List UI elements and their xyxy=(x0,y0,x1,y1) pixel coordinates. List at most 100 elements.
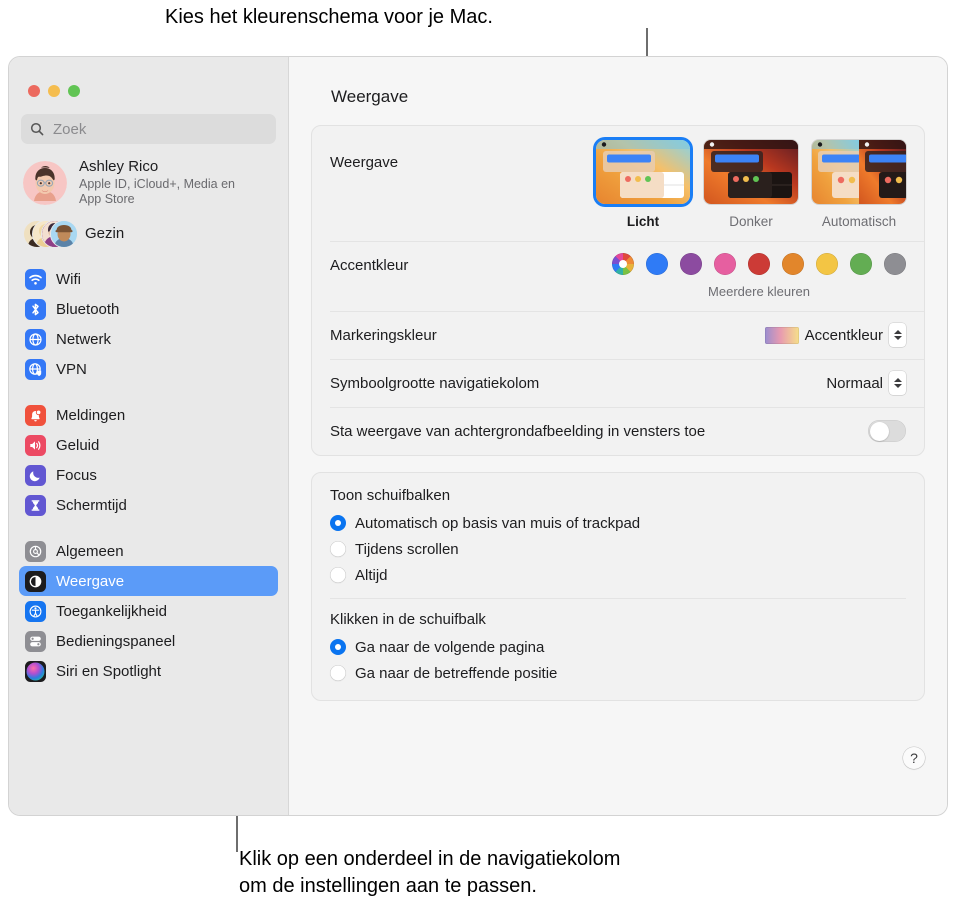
show-scrollbars-heading: Toon schuifbalken xyxy=(330,487,451,504)
close-button[interactable] xyxy=(28,85,40,97)
light-theme-thumbnail xyxy=(596,140,690,204)
wallpaper-tinting-label: Sta weergave van achtergrondafbeelding i… xyxy=(330,422,706,440)
page-title: Weergave xyxy=(331,87,409,106)
sidebar-item-accessibility[interactable]: Toegankelijkheid xyxy=(19,596,278,626)
sidebar-item-network[interactable]: Netwerk xyxy=(19,324,278,354)
sidebar-group-preferences: Algemeen Weergave Toegankelijkheid Bedie… xyxy=(9,536,288,686)
highlight-color-row: Markeringskleur Accentkleur xyxy=(312,311,924,359)
radio-label: Tijdens scrollen xyxy=(355,540,459,558)
sidebar-item-appearance[interactable]: Weergave xyxy=(19,566,278,596)
sidebar-item-label: Siri en Spotlight xyxy=(56,662,162,680)
speaker-icon xyxy=(25,434,46,456)
sidebar-item-general[interactable]: Algemeen xyxy=(19,536,278,566)
divider xyxy=(330,598,906,599)
sidebar-item-siri-spotlight[interactable]: Siri en Spotlight xyxy=(19,656,278,686)
wallpaper-tinting-toggle[interactable] xyxy=(868,420,906,442)
appearance-label: Weergave xyxy=(330,154,399,171)
appearance-option-light[interactable]: Licht xyxy=(596,140,690,229)
appearance-icon xyxy=(25,570,46,592)
appearance-option-dark[interactable]: Donker xyxy=(704,140,798,229)
hourglass-icon xyxy=(25,494,46,516)
system-settings-window: Ashley Rico Apple ID, iCloud+, Media en … xyxy=(8,56,948,816)
minimize-button[interactable] xyxy=(48,85,60,97)
highlight-color-popup[interactable]: Accentkleur xyxy=(764,323,906,347)
accent-swatch-blue[interactable] xyxy=(646,253,668,275)
memoji-avatar xyxy=(23,161,67,205)
chevron-updown-icon[interactable] xyxy=(889,371,906,395)
vpn-globe-icon xyxy=(25,358,46,380)
account-row[interactable]: Ashley Rico Apple ID, iCloud+, Media en … xyxy=(9,144,288,208)
sidebar-item-notifications[interactable]: Meldingen xyxy=(19,400,278,430)
detail-pane: Weergave Weergave Licht Donker Automatis… xyxy=(289,57,947,815)
family-avatar-4 xyxy=(50,220,78,248)
zoom-button[interactable] xyxy=(68,85,80,97)
appearance-option-label: Automatisch xyxy=(821,214,897,229)
sidebar-item-vpn[interactable]: VPN xyxy=(19,354,278,384)
sidebar-item-screentime[interactable]: Schermtijd xyxy=(19,490,278,520)
sidebar-item-label: Bedieningspaneel xyxy=(56,632,176,650)
sidebar-item-bluetooth[interactable]: Bluetooth xyxy=(19,294,278,324)
appearance-option-label: Donker xyxy=(729,214,773,229)
click-scrollbar-heading: Klikken in de schuifbalk xyxy=(330,611,486,628)
appearance-option-label: Licht xyxy=(626,214,660,229)
sidebar-item-label: Weergave xyxy=(56,572,125,590)
radio-button[interactable] xyxy=(330,515,346,531)
radio-label: Altijd xyxy=(355,566,388,584)
radio-show-scrollbars-when-scrolling[interactable]: Tijdens scrollen xyxy=(330,536,906,562)
accent-color-label: Accentkleur xyxy=(330,257,409,274)
sidebar-item-label: Meldingen xyxy=(56,406,126,424)
sidebar-item-control-center[interactable]: Bedieningspaneel xyxy=(19,626,278,656)
radio-show-scrollbars-always[interactable]: Altijd xyxy=(330,562,906,588)
accent-swatch-green[interactable] xyxy=(850,253,872,275)
sidebar-icon-size-popup[interactable]: Normaal xyxy=(826,371,906,395)
radio-show-scrollbars-auto[interactable]: Automatisch op basis van muis of trackpa… xyxy=(330,510,906,536)
callout-top-text: Kies het kleurenschema voor je Mac. xyxy=(165,6,493,28)
search-container xyxy=(9,97,288,144)
wallpaper-tinting-row: Sta weergave van achtergrondafbeelding i… xyxy=(312,407,924,455)
search-input[interactable] xyxy=(51,119,267,139)
sidebar-item-label: Algemeen xyxy=(56,542,124,560)
sidebar-item-label: Geluid xyxy=(56,436,100,454)
search-icon xyxy=(30,122,44,136)
appearance-option-auto[interactable]: Automatisch xyxy=(812,140,906,229)
appearance-settings-card: Weergave Licht Donker Automatisch Accent… xyxy=(311,125,925,456)
sidebar-item-sound[interactable]: Geluid xyxy=(19,430,278,460)
family-avatars xyxy=(23,218,78,248)
radio-click-jump-to-spot[interactable]: Ga naar de betreffende positie xyxy=(330,660,906,686)
account-subtitle: Apple ID, iCloud+, Media en App Store xyxy=(79,176,235,207)
search-field[interactable] xyxy=(21,114,276,144)
auto-theme-thumbnail xyxy=(812,140,906,204)
wifi-icon xyxy=(25,268,46,290)
sidebar-icon-size-label: Symboolgrootte navigatiekolom xyxy=(330,374,540,392)
appearance-row: Weergave Licht Donker Automatisch xyxy=(312,126,924,241)
radio-button[interactable] xyxy=(330,567,346,583)
accent-color-options: Meerdere kleuren xyxy=(612,253,906,299)
sidebar-item-wifi[interactable]: Wifi xyxy=(19,264,278,294)
accent-swatch-multicolor[interactable] xyxy=(612,253,634,275)
sidebar-group-system: Meldingen Geluid Focus Schermtijd xyxy=(9,400,288,520)
accent-swatch-graphite[interactable] xyxy=(884,253,906,275)
bell-icon xyxy=(25,404,46,426)
radio-button[interactable] xyxy=(330,665,346,681)
accent-swatch-pink[interactable] xyxy=(714,253,736,275)
account-name: Ashley Rico xyxy=(79,158,159,175)
accent-swatch-red[interactable] xyxy=(748,253,770,275)
sidebar-item-family[interactable]: Gezin xyxy=(9,208,288,248)
sidebar-item-focus[interactable]: Focus xyxy=(19,460,278,490)
accent-swatch-purple[interactable] xyxy=(680,253,702,275)
accent-swatch-orange[interactable] xyxy=(782,253,804,275)
sidebar-item-label: Bluetooth xyxy=(56,300,120,318)
account-text: Ashley Rico Apple ID, iCloud+, Media en … xyxy=(79,158,259,208)
radio-button[interactable] xyxy=(330,639,346,655)
radio-button[interactable] xyxy=(330,541,346,557)
help-button[interactable]: ? xyxy=(903,747,925,769)
chevron-updown-icon[interactable] xyxy=(889,323,906,347)
sidebar: Ashley Rico Apple ID, iCloud+, Media en … xyxy=(9,57,289,815)
control-center-icon xyxy=(25,630,46,652)
accent-color-caption: Meerdere kleuren xyxy=(708,284,810,299)
sidebar-group-connectivity: Wifi Bluetooth Netwerk VPN xyxy=(9,264,288,384)
sidebar-item-label: Toegankelijkheid xyxy=(56,602,167,620)
accent-swatch-yellow[interactable] xyxy=(816,253,838,275)
siri-icon xyxy=(25,660,46,682)
radio-click-jump-next-page[interactable]: Ga naar de volgende pagina xyxy=(330,634,906,660)
